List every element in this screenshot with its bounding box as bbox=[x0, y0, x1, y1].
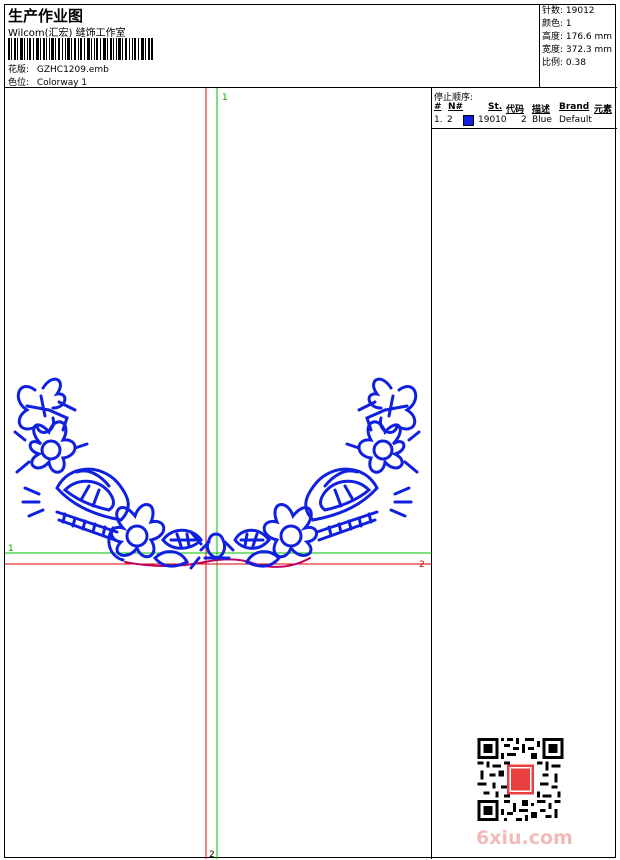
col-header-description: 描述 bbox=[532, 105, 551, 115]
design-file-value: GZHC1209.emb bbox=[36, 65, 109, 75]
col-header-needle: N# bbox=[448, 102, 464, 112]
design-file-row: 花版: GZHC1209.emb bbox=[8, 62, 109, 75]
row-code: 2 bbox=[521, 115, 527, 125]
stop-sequence-divider bbox=[432, 128, 617, 129]
row-stitches: 19010 bbox=[478, 115, 507, 125]
row-brand: Default bbox=[559, 115, 592, 125]
design-file-label: 花版: bbox=[8, 65, 30, 75]
qr-stamp bbox=[507, 764, 534, 795]
color-count: 颜色: 1 bbox=[542, 19, 572, 29]
colorway-row: 色位: Colorway 1 bbox=[8, 75, 87, 88]
green-v-axis-label: 1 bbox=[222, 93, 228, 103]
design-width: 宽度: 372.3 mm bbox=[542, 45, 613, 55]
color-swatch bbox=[463, 115, 474, 126]
colorway-value: Colorway 1 bbox=[36, 78, 88, 88]
stitch-count: 针数: 19012 bbox=[542, 6, 595, 16]
row-needle: 2 bbox=[447, 115, 453, 125]
stop-sequence-header: # N# St. 代码 描述 Brand 元素 bbox=[432, 102, 617, 115]
sheet-header: 生产作业图 Wilcom(汇宏) 缝饰工作室 花版: GZHC1209.emb … bbox=[5, 5, 540, 88]
col-header-brand: Brand bbox=[559, 102, 590, 112]
col-header-index: # bbox=[434, 102, 442, 112]
col-header-stitches: St. bbox=[488, 102, 503, 112]
watermark: 6xiu.com bbox=[476, 827, 573, 849]
row-description: Blue bbox=[532, 115, 552, 125]
col-header-code: 代码 bbox=[506, 105, 525, 115]
stop-sequence-row: 1. 2 19010 2 Blue Default bbox=[432, 115, 617, 127]
qr-code bbox=[477, 738, 564, 821]
sheet-subtitle: Wilcom(汇宏) 缝饰工作室 bbox=[8, 28, 126, 39]
barcode bbox=[8, 38, 153, 60]
sheet-title: 生产作业图 bbox=[8, 7, 84, 25]
production-sheet: 生产作业图 Wilcom(汇宏) 缝饰工作室 花版: GZHC1209.emb … bbox=[4, 4, 617, 859]
design-specs: 针数: 19012 颜色: 1 高度: 176.6 mm 宽度: 372.3 m… bbox=[540, 5, 617, 88]
colorway-label: 色位: bbox=[8, 78, 30, 88]
row-index: 1. bbox=[434, 115, 443, 125]
design-preview: 1 1 2 2 bbox=[5, 88, 431, 859]
red-v-axis-label: 2 bbox=[209, 850, 215, 859]
col-header-element: 元素 bbox=[594, 105, 613, 115]
design-scale: 比例: 0.38 bbox=[542, 58, 586, 68]
design-height: 高度: 176.6 mm bbox=[542, 32, 613, 42]
design-canvas: 1 1 2 2 bbox=[5, 88, 432, 859]
green-h-axis-label: 1 bbox=[8, 544, 14, 554]
red-h-axis-label: 2 bbox=[419, 560, 425, 570]
